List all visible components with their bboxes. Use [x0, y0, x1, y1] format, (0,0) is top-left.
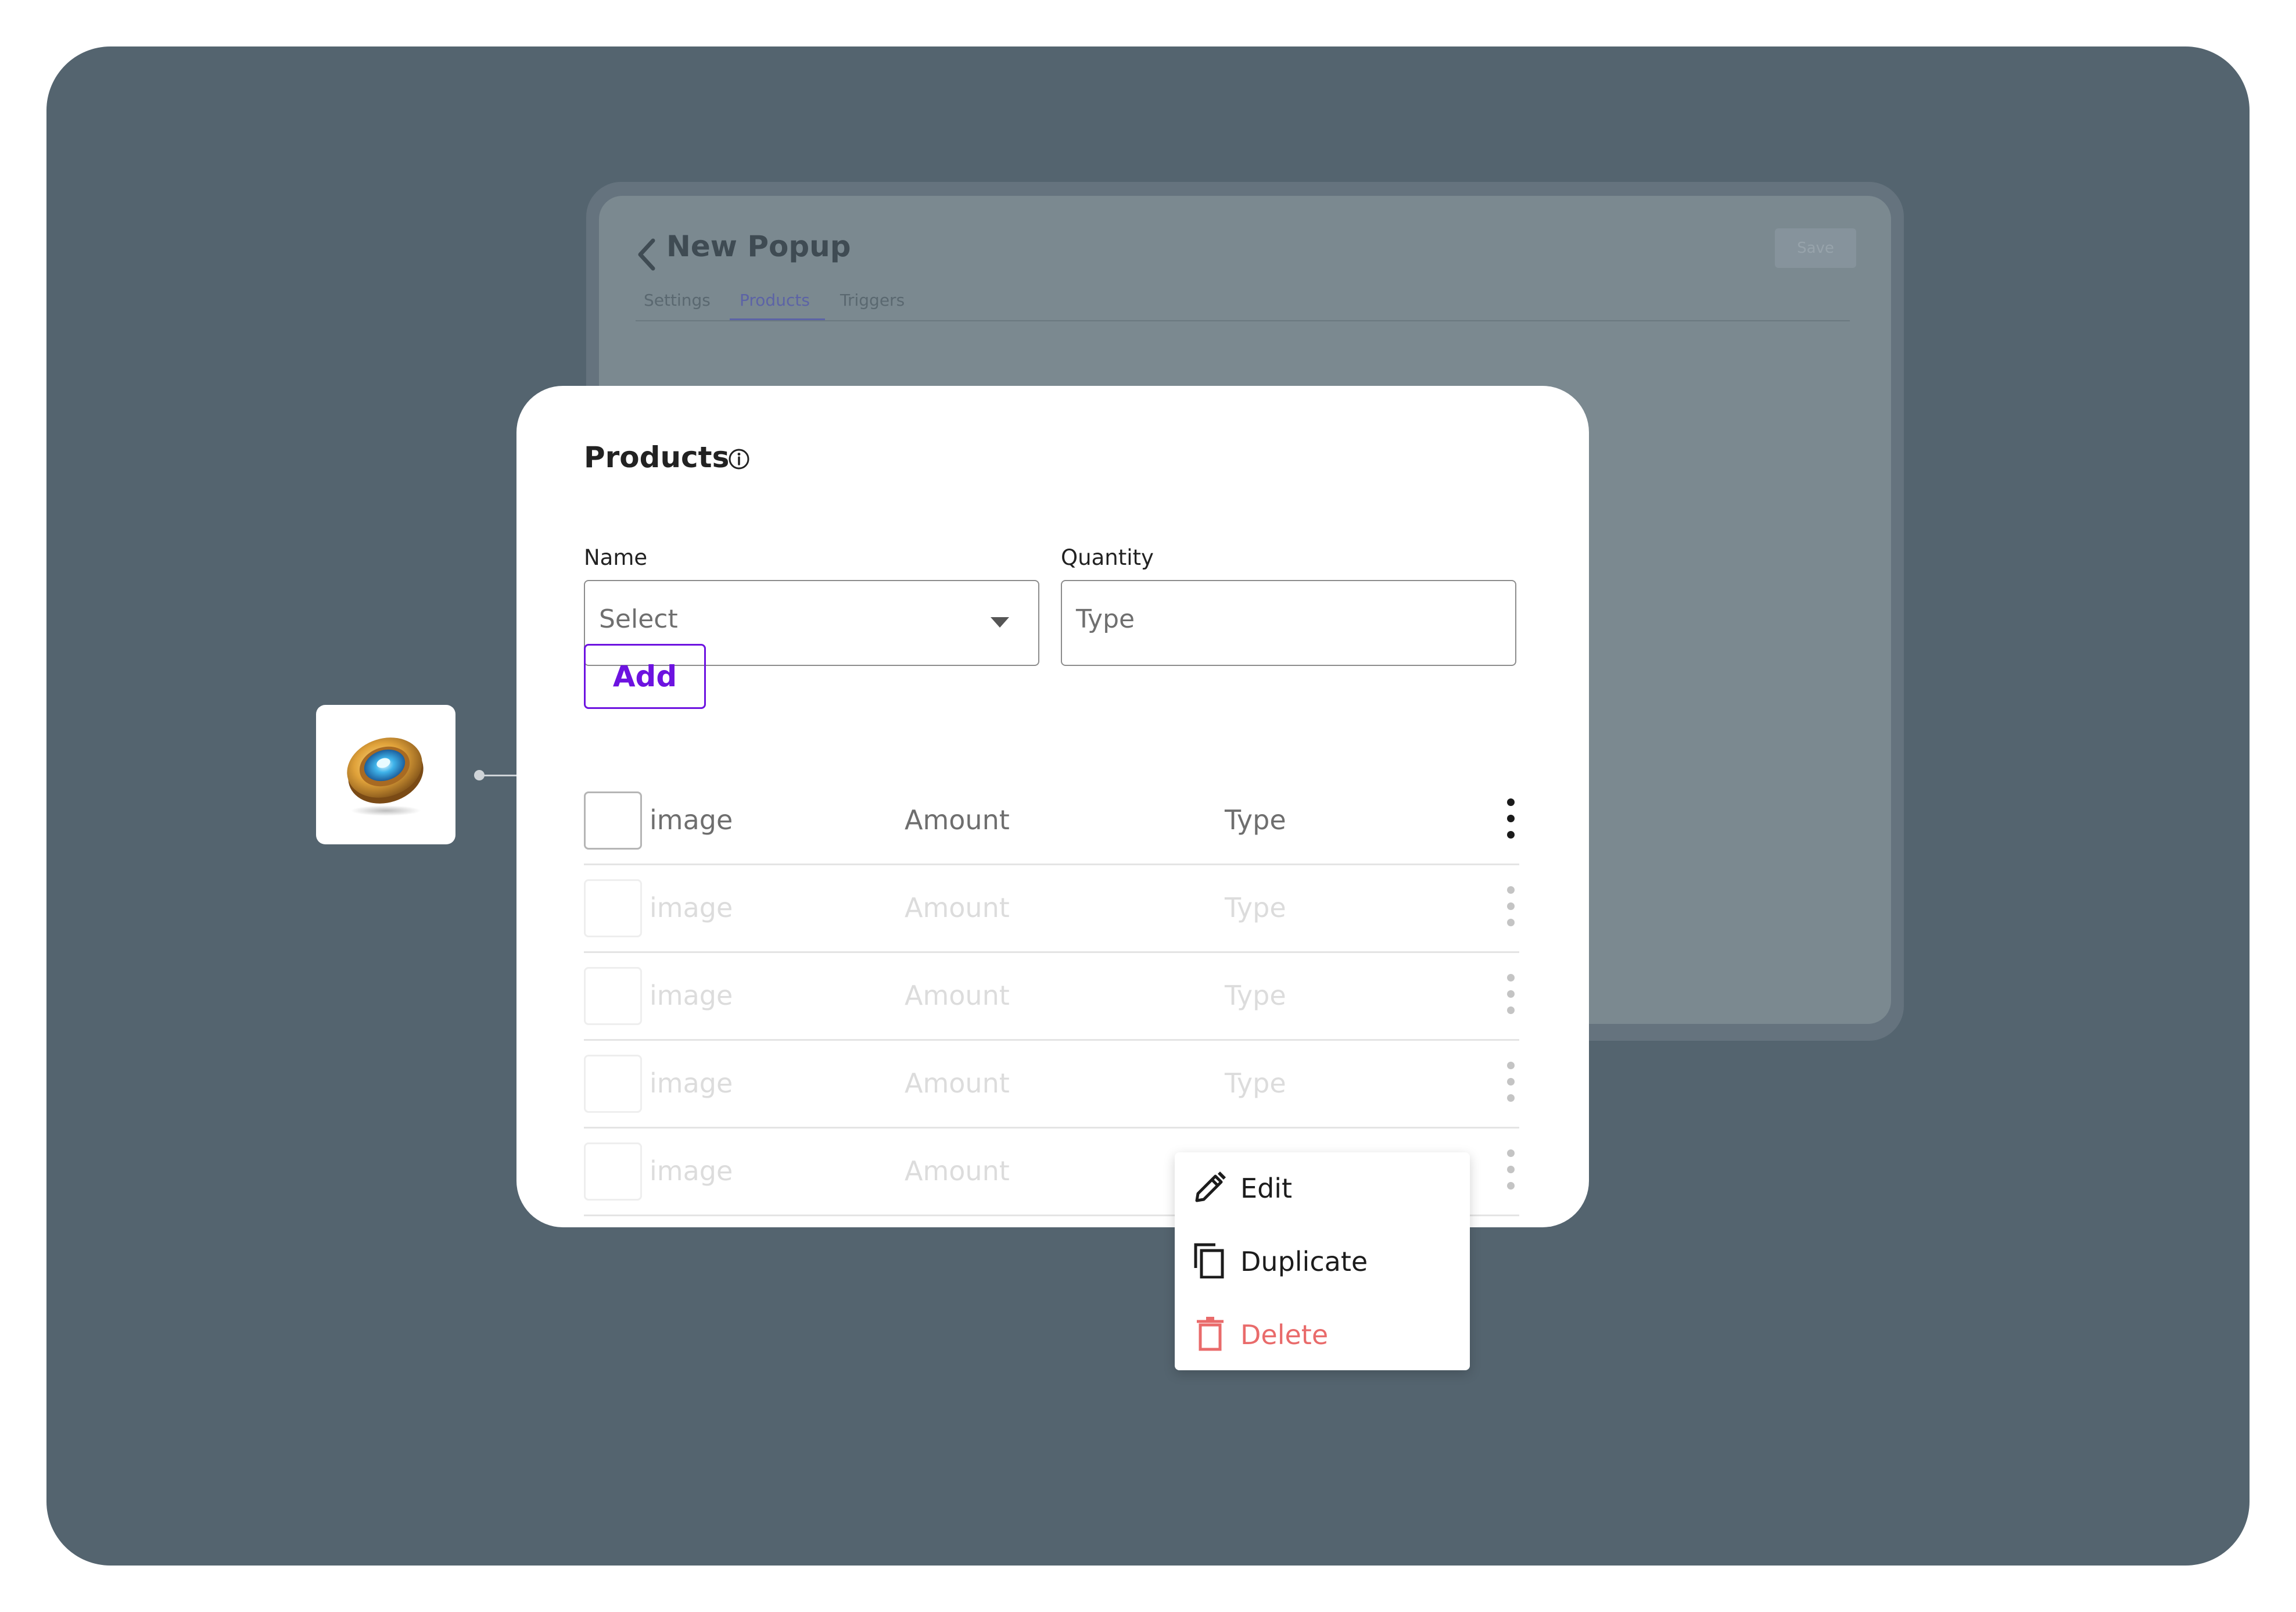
name-label: Name	[584, 545, 648, 570]
duplicate-icon	[1194, 1243, 1224, 1278]
menu-item-label: Edit	[1240, 1173, 1293, 1204]
cell-image: image	[650, 892, 733, 923]
row-checkbox[interactable]	[584, 1142, 642, 1201]
cell-type: Type	[1225, 804, 1286, 836]
row-checkbox[interactable]	[584, 791, 642, 850]
menu-item-delete[interactable]: Delete	[1175, 1302, 1470, 1366]
kebab-menu-icon[interactable]	[1505, 886, 1516, 933]
coin-disc-icon	[347, 737, 424, 816]
row-context-menu: Edit Duplicate Delete	[1175, 1152, 1470, 1370]
table-row: image Amount Type	[584, 1055, 1519, 1142]
kebab-menu-icon[interactable]	[1505, 1062, 1516, 1108]
row-divider	[584, 864, 1519, 865]
row-divider	[584, 951, 1519, 953]
cell-image: image	[650, 980, 733, 1011]
cell-amount: Amount	[905, 1155, 1010, 1187]
caret-down-icon	[991, 617, 1009, 628]
menu-item-label: Delete	[1240, 1319, 1329, 1351]
page-title: New Popup	[666, 230, 851, 263]
cell-type: Type	[1225, 1067, 1286, 1099]
cell-amount: Amount	[905, 980, 1010, 1011]
info-icon[interactable]	[727, 447, 751, 471]
cell-amount: Amount	[905, 804, 1010, 836]
tab-products[interactable]: Products	[740, 291, 810, 310]
add-button[interactable]: Add	[584, 644, 706, 709]
tab-divider	[636, 320, 1850, 321]
products-title: Products	[584, 440, 730, 474]
cell-image: image	[650, 804, 733, 836]
row-checkbox[interactable]	[584, 1055, 642, 1113]
back-chevron-icon[interactable]	[636, 237, 659, 272]
quantity-input[interactable]: Type	[1061, 580, 1516, 666]
row-divider	[584, 1039, 1519, 1041]
menu-item-label: Duplicate	[1240, 1246, 1368, 1277]
quantity-label: Quantity	[1061, 545, 1154, 570]
name-select-placeholder: Select	[599, 604, 678, 634]
table-row: image Amount Type	[584, 791, 1519, 879]
quantity-input-placeholder: Type	[1076, 604, 1135, 634]
table-row: image Amount Type	[584, 879, 1519, 966]
cell-image: image	[650, 1155, 733, 1187]
cell-image: image	[650, 1067, 733, 1099]
product-image-thumbnail	[316, 705, 455, 844]
cell-amount: Amount	[905, 892, 1010, 923]
pencil-icon	[1195, 1172, 1226, 1202]
cell-amount: Amount	[905, 1067, 1010, 1099]
tab-triggers[interactable]: Triggers	[840, 291, 905, 310]
connector-dot	[474, 770, 485, 780]
row-divider	[584, 1127, 1519, 1129]
row-checkbox[interactable]	[584, 967, 642, 1025]
row-checkbox[interactable]	[584, 879, 642, 937]
tab-settings[interactable]: Settings	[644, 291, 711, 310]
table-row: image Amount Type	[584, 967, 1519, 1054]
kebab-menu-icon[interactable]	[1505, 1149, 1516, 1196]
menu-item-edit[interactable]: Edit	[1175, 1155, 1470, 1219]
kebab-menu-icon[interactable]	[1505, 974, 1516, 1020]
save-button[interactable]: Save	[1775, 228, 1856, 268]
cell-type: Type	[1225, 892, 1286, 923]
cell-type: Type	[1225, 980, 1286, 1011]
kebab-menu-icon[interactable]	[1505, 798, 1516, 845]
menu-item-duplicate[interactable]: Duplicate	[1175, 1228, 1470, 1292]
trash-icon	[1197, 1317, 1224, 1351]
